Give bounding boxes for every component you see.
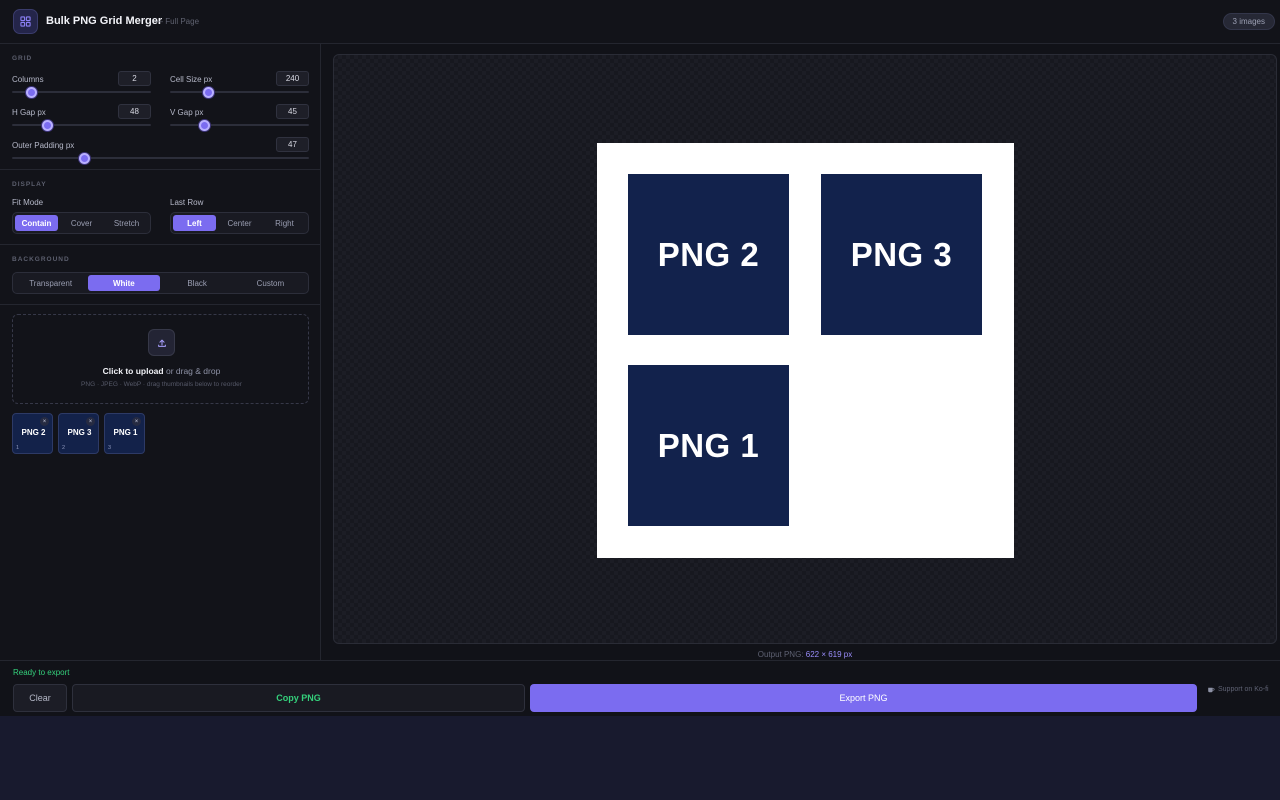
columns-label: Columns bbox=[12, 75, 44, 84]
background-toggle: Transparent White Black Custom bbox=[12, 272, 309, 294]
thumbnail-label: PNG 1 bbox=[113, 428, 138, 437]
display-section: DISPLAY Fit Mode Contain Cover Stretch L… bbox=[0, 170, 321, 245]
grid-icon bbox=[13, 9, 38, 34]
h-gap-slider-handle[interactable] bbox=[42, 120, 53, 131]
grid-section: GRID Columns 2 Cell Size px 240 H Gap px… bbox=[0, 44, 321, 170]
grid-cell: PNG 1 bbox=[628, 365, 789, 526]
cell-size-slider-handle[interactable] bbox=[203, 87, 214, 98]
app-window: Bulk PNG Grid Merger — Full Page 3 image… bbox=[0, 0, 1280, 716]
background-transparent[interactable]: Transparent bbox=[15, 275, 86, 291]
background-black[interactable]: Black bbox=[162, 275, 233, 291]
app-title: Bulk PNG Grid Merger bbox=[46, 15, 163, 27]
outer-padding-slider[interactable] bbox=[12, 157, 309, 159]
thumbnail-item[interactable]: PNG 1 3 × bbox=[104, 413, 145, 454]
close-icon[interactable]: × bbox=[86, 417, 95, 426]
columns-slider-handle[interactable] bbox=[26, 87, 37, 98]
image-count-badge: 3 images bbox=[1222, 13, 1275, 30]
settings-sidebar: GRID Columns 2 Cell Size px 240 H Gap px… bbox=[0, 44, 321, 660]
clear-button[interactable]: Clear bbox=[13, 684, 67, 712]
thumbnail-item[interactable]: PNG 3 2 × bbox=[58, 413, 99, 454]
thumbnail-label: PNG 2 bbox=[21, 428, 46, 437]
fit-mode-label: Fit Mode bbox=[12, 198, 44, 207]
last-row-toggle: Left Center Right bbox=[170, 212, 309, 234]
close-icon[interactable]: × bbox=[40, 417, 49, 426]
fit-mode-stretch[interactable]: Stretch bbox=[105, 215, 148, 231]
background-white[interactable]: White bbox=[88, 275, 160, 291]
cell-size-input[interactable]: 240 bbox=[276, 71, 309, 86]
thumbnail-index: 3 bbox=[108, 445, 112, 451]
output-dimensions: Output PNG: 622 × 619 px bbox=[757, 650, 853, 659]
upload-hint: PNG · JPEG · WebP · drag thumbnails belo… bbox=[81, 381, 242, 388]
columns-input[interactable]: 2 bbox=[118, 71, 151, 86]
output-preview: PNG 2 PNG 3 PNG 1 bbox=[597, 143, 1014, 558]
last-row-label: Last Row bbox=[170, 198, 204, 207]
grid-cell: PNG 2 bbox=[628, 174, 789, 335]
fit-mode-contain[interactable]: Contain bbox=[15, 215, 58, 231]
preview-canvas: PNG 2 PNG 3 PNG 1 bbox=[333, 54, 1277, 644]
export-png-button[interactable]: Export PNG bbox=[530, 684, 1197, 712]
h-gap-slider[interactable] bbox=[12, 124, 151, 126]
thumbnail-item[interactable]: PNG 2 1 × bbox=[12, 413, 53, 454]
support-link[interactable]: Support on Ko-fi bbox=[1207, 685, 1269, 693]
cell-size-slider[interactable] bbox=[170, 91, 309, 93]
app-subtitle: — Full Page bbox=[155, 17, 200, 26]
coffee-icon bbox=[1208, 687, 1215, 693]
outer-padding-input[interactable]: 47 bbox=[276, 137, 309, 152]
v-gap-input[interactable]: 45 bbox=[276, 104, 309, 119]
close-icon[interactable]: × bbox=[132, 417, 141, 426]
last-row-left[interactable]: Left bbox=[173, 215, 216, 231]
thumbnail-list: PNG 2 1 × PNG 3 2 × PNG 1 3 × bbox=[12, 413, 145, 454]
outer-padding-slider-handle[interactable] bbox=[79, 153, 90, 164]
h-gap-label: H Gap px bbox=[12, 108, 46, 117]
copy-png-button[interactable]: Copy PNG bbox=[72, 684, 525, 712]
action-footer: Ready to export Clear Copy PNG Export PN… bbox=[0, 660, 1280, 716]
section-title-grid: GRID bbox=[12, 55, 33, 62]
thumbnail-label: PNG 3 bbox=[67, 428, 92, 437]
fit-mode-cover[interactable]: Cover bbox=[60, 215, 103, 231]
thumbnail-index: 1 bbox=[16, 445, 20, 451]
fit-mode-toggle: Contain Cover Stretch bbox=[12, 212, 151, 234]
upload-dropzone[interactable]: Click to upload or drag & drop PNG · JPE… bbox=[12, 314, 309, 404]
section-title-display: DISPLAY bbox=[12, 181, 47, 188]
status-text: Ready to export bbox=[13, 668, 70, 677]
thumbnail-index: 2 bbox=[62, 445, 66, 451]
v-gap-label: V Gap px bbox=[170, 108, 204, 117]
v-gap-slider-handle[interactable] bbox=[199, 120, 210, 131]
upload-cta[interactable]: Click to upload or drag & drop bbox=[13, 366, 310, 376]
section-title-background: BACKGROUND bbox=[12, 256, 70, 263]
last-row-center[interactable]: Center bbox=[218, 215, 261, 231]
upload-icon[interactable] bbox=[148, 329, 175, 356]
cell-size-label: Cell Size px bbox=[170, 75, 213, 84]
outer-padding-label: Outer Padding px bbox=[12, 141, 75, 150]
background-custom[interactable]: Custom bbox=[235, 275, 306, 291]
support-label[interactable]: Support on Ko-fi bbox=[1218, 686, 1269, 693]
last-row-right[interactable]: Right bbox=[263, 215, 306, 231]
grid-cell: PNG 3 bbox=[821, 174, 982, 335]
background-section: BACKGROUND Transparent White Black Custo… bbox=[0, 245, 321, 305]
h-gap-input[interactable]: 48 bbox=[118, 104, 151, 119]
app-header: Bulk PNG Grid Merger — Full Page 3 image… bbox=[0, 0, 1280, 44]
v-gap-slider[interactable] bbox=[170, 124, 309, 126]
